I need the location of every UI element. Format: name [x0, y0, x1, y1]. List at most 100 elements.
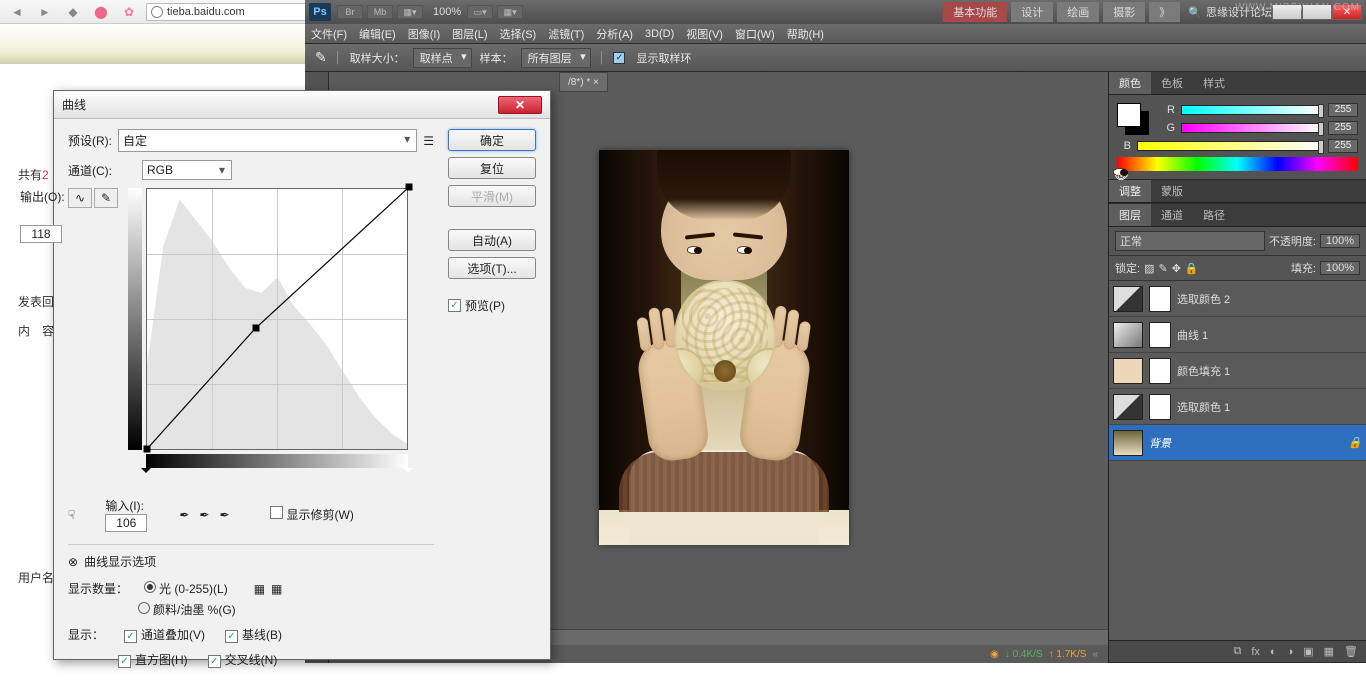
layer-row-background[interactable]: 👁背景🔒 — [1109, 425, 1366, 461]
dialog-close-button[interactable]: ✕ — [498, 96, 542, 114]
canvas[interactable] — [599, 150, 849, 545]
preset-menu-icon[interactable]: ☰ — [423, 134, 434, 148]
bookmark2-icon[interactable]: ⬤ — [90, 3, 112, 21]
menu-window[interactable]: 窗口(W) — [735, 26, 775, 42]
display-options-toggle[interactable]: ⊗曲线显示选项 — [68, 553, 434, 570]
group-icon[interactable]: ▣ — [1303, 645, 1313, 658]
pencil-mode-icon[interactable]: ✎ — [94, 188, 118, 208]
menu-help[interactable]: 帮助(H) — [787, 26, 824, 42]
g-value[interactable]: 255 — [1328, 121, 1358, 135]
tab-swatches[interactable]: 色板 — [1151, 72, 1193, 94]
preview-checkbox[interactable]: 预览(P) — [448, 297, 536, 314]
baseline-checkbox[interactable]: 基线(B) — [225, 626, 282, 643]
menu-image[interactable]: 图像(I) — [408, 26, 440, 42]
layer-row[interactable]: 👁选取颜色 2 — [1109, 281, 1366, 317]
link-icon[interactable]: ⧉ — [1233, 645, 1241, 658]
menu-select[interactable]: 选择(S) — [500, 26, 537, 42]
sample-dropdown[interactable]: 所有图层 — [521, 48, 591, 68]
menu-3d[interactable]: 3D(D) — [645, 28, 674, 40]
menu-layer[interactable]: 图层(L) — [452, 26, 487, 42]
screen-mode-button[interactable]: ▦▾ — [397, 5, 423, 19]
tab-paths[interactable]: 路径 — [1193, 204, 1235, 226]
ink-radio[interactable]: 颜料/油墨 %(G) — [138, 601, 236, 618]
white-eyedropper-icon[interactable]: ✒ — [219, 508, 229, 522]
collapse-icon[interactable]: « — [1092, 649, 1098, 660]
workspace-photo[interactable]: 摄影 — [1103, 2, 1145, 22]
ok-button[interactable]: 确定 — [448, 129, 536, 151]
channel-dropdown[interactable]: RGB — [142, 160, 232, 180]
layer-row[interactable]: 👁选取颜色 1 — [1109, 389, 1366, 425]
input-gradient[interactable] — [146, 454, 408, 468]
paw-icon[interactable]: ✿ — [118, 3, 140, 21]
fx-icon[interactable]: fx — [1251, 646, 1260, 658]
minimize-button[interactable]: — — [1272, 4, 1302, 20]
curve-mode-icon[interactable]: ∿ — [68, 188, 92, 208]
lock-paint-icon[interactable]: ✎ — [1158, 262, 1167, 275]
workspace-paint[interactable]: 绘画 — [1057, 2, 1099, 22]
lock-trans-icon[interactable]: ▨ — [1144, 262, 1154, 275]
opacity-value[interactable]: 100% — [1320, 234, 1360, 248]
menu-filter[interactable]: 滤镜(T) — [548, 26, 584, 42]
spectrum-bar[interactable] — [1117, 157, 1358, 171]
document-tab[interactable]: /8*) * × — [559, 72, 608, 92]
reset-button[interactable]: 复位 — [448, 157, 536, 179]
eyedropper-icon[interactable]: ✎ — [315, 49, 327, 66]
minibridge-button[interactable]: Mb — [367, 5, 393, 19]
tab-channels[interactable]: 通道 — [1151, 204, 1193, 226]
layer-row[interactable]: 👁颜色填充 1 — [1109, 353, 1366, 389]
bridge-button[interactable]: Br — [337, 5, 363, 19]
new-layer-icon[interactable]: ▦ — [1324, 645, 1334, 658]
auto-button[interactable]: 自动(A) — [448, 229, 536, 251]
b-value[interactable]: 255 — [1328, 139, 1358, 153]
intersect-checkbox[interactable]: 交叉线(N) — [208, 651, 278, 668]
zoom-label[interactable]: 100% — [433, 6, 461, 18]
back-icon[interactable]: ◄ — [6, 3, 28, 21]
output-value[interactable]: 118 — [20, 225, 62, 243]
search-icon[interactable]: 🔍 — [1188, 6, 1202, 19]
menu-analysis[interactable]: 分析(A) — [596, 26, 633, 42]
tab-mask[interactable]: 蒙版 — [1151, 180, 1193, 202]
sample-size-dropdown[interactable]: 取样点 — [413, 48, 472, 68]
lock-move-icon[interactable]: ✥ — [1172, 262, 1181, 275]
options-button[interactable]: 选项(T)... — [448, 257, 536, 279]
workspace-basic[interactable]: 基本功能 — [943, 2, 1007, 22]
grid-small-icon[interactable]: ▦ — [254, 582, 265, 596]
black-eyedropper-icon[interactable]: ✒ — [179, 508, 189, 522]
grid-large-icon[interactable]: ▦ — [271, 582, 282, 596]
menu-file[interactable]: 文件(F) — [311, 26, 347, 42]
tab-adjust[interactable]: 调整 — [1109, 180, 1151, 202]
hand-tool-icon[interactable]: ☟ — [68, 508, 75, 522]
adj-icon[interactable]: ◑ — [1287, 646, 1294, 658]
histogram-checkbox[interactable]: 直方图(H) — [118, 651, 188, 668]
workspace-more[interactable]: 》 — [1149, 2, 1180, 22]
blend-mode[interactable]: 正常 — [1115, 231, 1265, 251]
gray-eyedropper-icon[interactable]: ✒ — [199, 508, 209, 522]
fill-value[interactable]: 100% — [1320, 261, 1360, 275]
lock-all-icon[interactable]: 🔒 — [1185, 262, 1199, 275]
menu-view[interactable]: 视图(V) — [686, 26, 723, 42]
maximize-button[interactable]: □ — [1302, 4, 1332, 20]
input-value[interactable]: 106 — [105, 514, 147, 532]
workspace-design[interactable]: 设计 — [1011, 2, 1053, 22]
tab-color[interactable]: 颜色 — [1109, 72, 1151, 94]
forward-icon[interactable]: ► — [34, 3, 56, 21]
tab-styles[interactable]: 样式 — [1193, 72, 1235, 94]
trash-icon[interactable]: 🗑 — [1344, 645, 1358, 658]
light-radio[interactable]: 光 (0-255)(L) — [144, 580, 228, 597]
r-value[interactable]: 255 — [1328, 103, 1358, 117]
mask-icon[interactable]: ◐ — [1270, 646, 1277, 658]
close-button[interactable]: ✕ — [1332, 4, 1362, 20]
preset-dropdown[interactable]: 自定 — [118, 129, 417, 152]
layer-row[interactable]: 👁曲线 1 — [1109, 317, 1366, 353]
show-clip-checkbox[interactable]: 显示修剪(W) — [270, 506, 354, 523]
menu-edit[interactable]: 编辑(E) — [359, 26, 396, 42]
curve-graph[interactable] — [146, 188, 408, 450]
smooth-button[interactable]: 平滑(M) — [448, 185, 536, 207]
ch-overlay-checkbox[interactable]: 通道叠加(V) — [124, 626, 205, 643]
show-ring-checkbox[interactable]: ✓ — [613, 52, 625, 64]
bookmark-icon[interactable]: ◆ — [62, 3, 84, 21]
extras-button[interactable]: ▦▾ — [497, 5, 523, 19]
fg-swatch[interactable] — [1117, 103, 1141, 127]
arrange-button[interactable]: ▭▾ — [467, 5, 493, 19]
tab-layers[interactable]: 图层 — [1109, 204, 1151, 226]
